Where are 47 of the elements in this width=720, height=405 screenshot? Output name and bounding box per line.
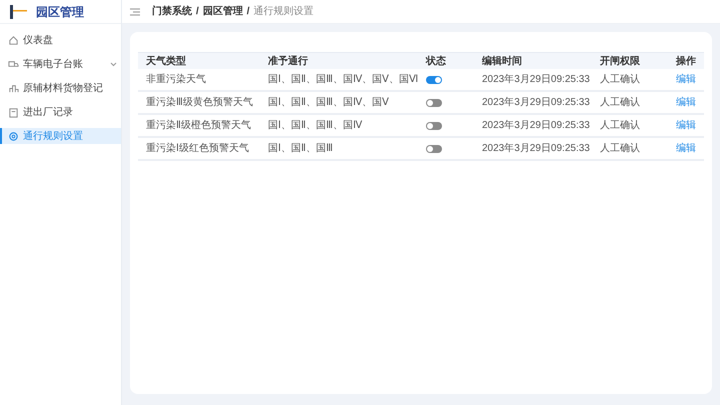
settings-icon [8, 130, 19, 142]
sidebar-item[interactable]: 车辆电子台账 [0, 56, 121, 72]
table-cell-text: 国Ⅰ、国Ⅱ、国Ⅲ、国Ⅳ [267, 119, 363, 133]
toggle-switch[interactable] [426, 76, 442, 84]
table-cell-text: 2023年3月29日09:25:33 [481, 142, 591, 156]
table-cell-text: 国Ⅰ、国Ⅱ、国Ⅲ、国Ⅳ、国Ⅴ、国Ⅵ [267, 73, 418, 87]
calendar-icon [8, 106, 19, 118]
table-cell-text: 人工确认 [599, 142, 641, 156]
table-cell-text: 2023年3月29日09:25:33 [481, 119, 591, 133]
menu-icon[interactable] [130, 8, 140, 16]
table-cell-text: 非重污染天气 [145, 72, 207, 87]
edit-link[interactable]: 编辑 [668, 141, 704, 156]
column-header: 操作 [674, 54, 697, 68]
table-cell-text: 国Ⅰ、国Ⅱ、国Ⅲ、国Ⅳ、国Ⅴ [267, 96, 390, 110]
table-cell-text: 人工确认 [599, 119, 641, 133]
sidebar-item[interactable]: 仪表盘 [0, 32, 121, 48]
home-icon [8, 34, 19, 46]
edit-link[interactable]: 编辑 [668, 72, 704, 87]
column-header: 开闸权限 [599, 54, 641, 68]
truck-icon [8, 58, 19, 70]
toggle-switch[interactable] [426, 122, 442, 130]
table-cell-text: 重污染Ⅱ级橙色预警天气 [145, 118, 252, 133]
column-header: 天气类型 [145, 54, 187, 68]
edit-link[interactable]: 编辑 [668, 118, 704, 133]
table-cell-text: 2023年3月29日09:25:33 [481, 73, 591, 87]
barrier-gate-icon [8, 4, 28, 20]
breadcrumb-separator: / [196, 5, 199, 19]
sidebar-item[interactable]: 原辅材料货物登记 [0, 80, 121, 96]
table-cell-text: 人工确认 [599, 73, 641, 87]
column-header: 准予通行 [267, 54, 309, 68]
toggle-switch[interactable] [426, 144, 442, 152]
column-header: 编辑时间 [481, 54, 523, 68]
breadcrumb-separator: / [246, 5, 250, 19]
breadcrumb-item[interactable]: 门禁系统 [152, 4, 192, 19]
table-cell-text: 重污染Ⅲ级黄色预警天气 [145, 96, 254, 110]
toggle-switch[interactable] [426, 98, 442, 106]
table-cell-text: 2023年3月29日09:25:33 [481, 96, 591, 110]
table-cell-text: 重污染Ⅰ级红色预警天气 [145, 142, 250, 156]
breadcrumb-item: 通行规则设置 [254, 4, 314, 19]
column-header: 状态 [424, 54, 447, 68]
chevron-down-icon [110, 62, 117, 66]
edit-link[interactable]: 编辑 [668, 95, 704, 110]
table-cell-text: 国Ⅰ、国Ⅱ、国Ⅲ [267, 142, 334, 156]
sidebar-item[interactable]: 进出厂记录 [0, 104, 121, 120]
app-title: 园区管理 [36, 4, 84, 20]
breadcrumb-item[interactable]: 园区管理 [202, 4, 243, 19]
table-cell-text: 人工确认 [599, 96, 641, 110]
